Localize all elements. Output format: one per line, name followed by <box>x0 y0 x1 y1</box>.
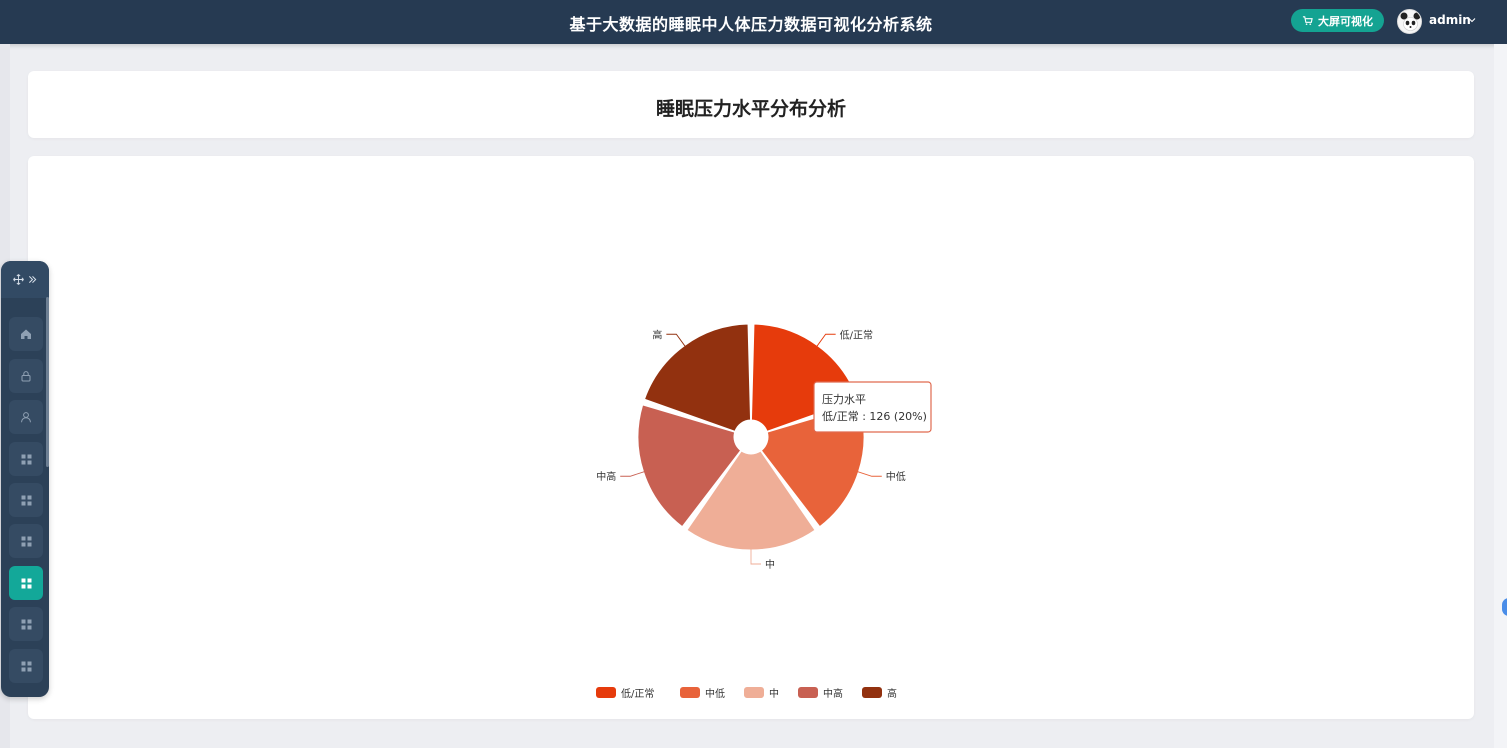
menu-item-lock[interactable] <box>9 359 43 393</box>
label-line <box>666 333 687 348</box>
legend-item[interactable]: 中低 <box>680 687 725 700</box>
menu-scrollbar[interactable] <box>46 297 49 467</box>
grid-icon <box>21 578 31 588</box>
menu-item-module-6[interactable] <box>9 649 43 683</box>
label-line <box>815 333 836 348</box>
menu-item-user[interactable] <box>9 400 43 434</box>
legend-item[interactable]: 低/正常 <box>596 687 654 700</box>
username[interactable]: admin <box>1429 13 1471 27</box>
legend-label: 低/正常 <box>621 687 654 700</box>
grid-icon <box>21 661 31 671</box>
legend-swatch <box>744 687 764 698</box>
right-gutter <box>1494 44 1507 748</box>
legend-label: 中高 <box>823 687 843 700</box>
menu-header <box>1 261 49 298</box>
legend-swatch <box>596 687 616 698</box>
lock-icon <box>21 371 31 382</box>
tooltip-title: 压力水平 <box>822 393 866 406</box>
legend-swatch <box>798 687 818 698</box>
slice-label: 中低 <box>886 470 906 483</box>
legend-item[interactable]: 中高 <box>798 687 843 700</box>
legend-label: 中 <box>769 687 779 700</box>
menu-item-module-1[interactable] <box>9 442 43 476</box>
slice-label: 高 <box>652 328 662 341</box>
tooltip-value: 低/正常 : 126 (20%) <box>822 410 927 423</box>
legend-item[interactable]: 高 <box>862 687 897 700</box>
grid-icon <box>21 619 31 629</box>
bigscreen-label: 大屏可视化 <box>1318 14 1373 28</box>
slice-label: 中高 <box>596 470 616 483</box>
floating-assist-button[interactable] <box>1502 598 1507 616</box>
pie-chart: 低/正常中低中中高高 低/正常 中低中中高高 压力水平 低/正常 : 126 (2… <box>596 323 932 700</box>
menu-item-module-3[interactable] <box>9 524 43 558</box>
legend-label: 中低 <box>705 687 725 700</box>
top-bar: 基于大数据的睡眠中人体压力数据可视化分析系统 大屏可视化 admin <box>0 0 1507 44</box>
title-card: 睡眠压力水平分布分析 <box>28 71 1474 138</box>
expand-icon[interactable] <box>28 275 37 284</box>
slice-label: 中 <box>765 558 775 571</box>
grid-icon <box>21 495 31 505</box>
legend-label: 高 <box>887 687 897 700</box>
grid-icon <box>21 454 31 464</box>
menu-item-module-2[interactable] <box>9 483 43 517</box>
legend-swatch <box>680 687 700 698</box>
chart-tooltip: 压力水平 低/正常 : 126 (20%) <box>813 381 932 433</box>
legend-item[interactable]: 中 <box>744 687 779 700</box>
floating-menu <box>1 261 49 697</box>
menu-item-module-5[interactable] <box>9 607 43 641</box>
label-line <box>856 470 882 477</box>
chart-card: 低/正常 中低中中高高 低/正常 中低中中高高 压力水平 低/正常 : 126 (2… <box>28 156 1474 719</box>
user-icon <box>21 412 31 423</box>
menu-item-module-4-active[interactable] <box>9 566 43 600</box>
page-title: 睡眠压力水平分布分析 <box>655 98 846 120</box>
label-line <box>620 470 646 477</box>
chevron-down-icon[interactable] <box>1467 15 1477 25</box>
grid-icon <box>21 536 31 546</box>
legend-swatch <box>862 687 882 698</box>
home-icon <box>21 329 31 339</box>
menu-item-home[interactable] <box>9 317 43 351</box>
bigscreen-button[interactable]: 大屏可视化 <box>1291 9 1384 32</box>
slice-label: 低/正常 <box>840 328 873 341</box>
avatar[interactable] <box>1397 9 1422 34</box>
cart-icon <box>1302 16 1313 25</box>
move-icon[interactable] <box>13 274 24 285</box>
app-title: 基于大数据的睡眠中人体压力数据可视化分析系统 <box>569 15 933 34</box>
